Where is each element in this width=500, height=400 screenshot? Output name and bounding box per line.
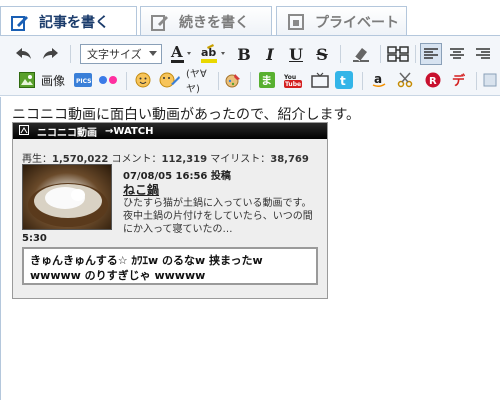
toolbar-separator bbox=[415, 45, 416, 63]
deco-icon[interactable]: デ bbox=[450, 71, 468, 89]
kaomoji-button[interactable]: (ヤ∀ヤ) bbox=[186, 69, 218, 95]
tab-label: プライベート bbox=[315, 14, 399, 31]
emoticon-icon[interactable] bbox=[134, 71, 152, 89]
comment-box: きゅんきゅんする☆ ｶﾜｴw のるなw 挟まったw wwwww のりすぎじゃ w… bbox=[22, 247, 318, 285]
youtube-icon[interactable]: You Tube bbox=[282, 71, 304, 89]
comment-line: きゅんきゅんする☆ ｶﾜｴw のるなw 挟まったw bbox=[30, 254, 263, 267]
tab-continue-writing[interactable]: 続きを書く bbox=[140, 6, 272, 36]
nicovideo-header: ニコニコ動画 →WATCH bbox=[13, 123, 327, 139]
italic-button[interactable]: I bbox=[260, 44, 280, 64]
image-icon[interactable] bbox=[18, 71, 36, 89]
matome-icon[interactable]: ま bbox=[258, 71, 276, 89]
post-date: 07/08/05 16:56 投稿 bbox=[123, 171, 231, 182]
svg-text:R: R bbox=[429, 76, 437, 87]
bold-button[interactable]: B bbox=[234, 44, 254, 64]
tab-private[interactable]: プライベート bbox=[276, 6, 407, 36]
toolbar-separator bbox=[70, 45, 71, 63]
editor-toolbar: 文字サイズ A ab B I U S 画像 PICS (ヤ∀ヤ) ま You T… bbox=[0, 36, 500, 96]
tab-label: 記事を書く bbox=[39, 15, 109, 31]
edit-note-icon bbox=[151, 13, 169, 31]
undo-icon[interactable] bbox=[14, 44, 34, 64]
tab-label: 続きを書く bbox=[179, 14, 249, 31]
video-duration: 5:30 bbox=[22, 233, 47, 244]
image-button-label[interactable]: 画像 bbox=[38, 71, 68, 89]
align-left-icon[interactable] bbox=[420, 43, 442, 65]
flickr-icon[interactable] bbox=[98, 72, 118, 88]
link-icon[interactable] bbox=[386, 44, 410, 64]
svg-text:Tube: Tube bbox=[285, 81, 301, 88]
mylist-label: マイリスト： bbox=[210, 154, 271, 165]
toolbar-row-1: 文字サイズ A ab B I U S bbox=[0, 41, 500, 67]
toolbar-separator bbox=[380, 45, 381, 63]
chevron-down-icon bbox=[149, 51, 157, 56]
video-thumbnail[interactable] bbox=[22, 164, 112, 230]
svg-text:t: t bbox=[340, 74, 346, 88]
amazon-icon[interactable]: a bbox=[370, 71, 388, 89]
tab-bar: 記事を書く 続きを書く プライベート bbox=[0, 0, 500, 37]
clear-format-icon[interactable] bbox=[350, 44, 372, 64]
tv-icon[interactable] bbox=[310, 71, 330, 89]
font-size-select[interactable]: 文字サイズ bbox=[80, 44, 162, 64]
comment-line: wwwww のりすぎじゃ wwwww bbox=[30, 269, 206, 282]
redo-icon[interactable] bbox=[40, 44, 60, 64]
svg-text:A: A bbox=[170, 43, 183, 61]
lock-page-icon bbox=[287, 13, 305, 31]
svg-text:a: a bbox=[374, 72, 382, 86]
align-right-icon[interactable] bbox=[472, 43, 494, 65]
text-color-button[interactable]: A bbox=[168, 43, 194, 65]
twitter-icon[interactable]: t bbox=[334, 71, 354, 89]
pics-icon[interactable]: PICS bbox=[74, 72, 92, 88]
video-description: ひたすら猫が土鍋に入っている動画です。夜中土鍋の片付けをしていたら、いつの間にか… bbox=[123, 198, 313, 235]
nicovideo-widget[interactable]: ニコニコ動画 →WATCH 再生：1,570,022 コメント：112,319 … bbox=[12, 122, 328, 299]
svg-text:デ: デ bbox=[452, 73, 466, 88]
toolbar-separator bbox=[362, 72, 363, 90]
svg-text:PICS: PICS bbox=[76, 78, 91, 85]
font-size-select-value: 文字サイズ bbox=[87, 48, 142, 61]
nicovideo-brand: ニコニコ動画 bbox=[37, 127, 97, 139]
pencil-icon bbox=[11, 13, 29, 31]
nicovideo-logo-icon bbox=[19, 124, 29, 138]
video-stats: 再生：1,570,022 コメント：112,319 マイリスト：38,769 bbox=[22, 150, 309, 165]
toolbar-separator bbox=[250, 72, 251, 90]
rakuten-icon[interactable]: R bbox=[424, 71, 442, 89]
toolbar-separator bbox=[340, 45, 341, 63]
comments-label: コメント： bbox=[111, 154, 162, 165]
toolbar-separator bbox=[126, 72, 127, 90]
scissors-icon[interactable] bbox=[396, 71, 414, 89]
align-center-icon[interactable] bbox=[446, 43, 468, 65]
toolbar-separator bbox=[218, 72, 219, 90]
watch-link[interactable]: →WATCH bbox=[105, 126, 153, 137]
strikethrough-button[interactable]: S bbox=[312, 44, 332, 64]
paint-icon[interactable] bbox=[224, 71, 242, 89]
emoticon-palette-icon[interactable] bbox=[158, 71, 182, 89]
svg-text:ま: ま bbox=[261, 74, 272, 87]
svg-text:You: You bbox=[283, 74, 296, 81]
underline-button[interactable]: U bbox=[286, 44, 306, 64]
video-title[interactable]: ねこ鍋 bbox=[123, 181, 159, 198]
comments-count: 112,319 bbox=[161, 154, 208, 165]
toolbar-row-2: 画像 PICS (ヤ∀ヤ) ま You Tube t a R デ bbox=[0, 68, 500, 95]
mylist-count: 38,769 bbox=[270, 154, 309, 165]
intro-text: ニコニコ動画に面白い動画があったので、紹介します。 bbox=[12, 107, 361, 123]
toolbar-separator bbox=[476, 72, 477, 90]
more-icon[interactable] bbox=[482, 71, 498, 89]
tab-write-article[interactable]: 記事を書く bbox=[0, 6, 137, 37]
highlight-color-button[interactable]: ab bbox=[198, 43, 228, 65]
